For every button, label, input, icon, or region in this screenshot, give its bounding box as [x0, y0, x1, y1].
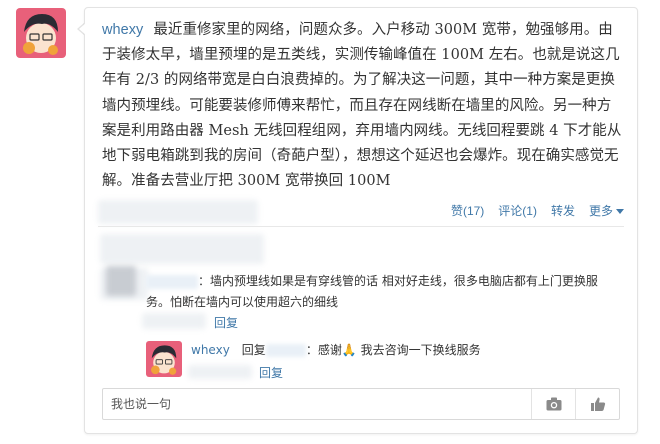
comment-button[interactable]: 评论(1) — [498, 202, 537, 219]
post-body: whexy 最近重修家里的网络，问题众多。入户移动 300M 宽带，勉强够用。由于… — [102, 18, 622, 194]
more-label: 更多 — [588, 204, 613, 218]
reply-prefix: 回复 — [241, 343, 266, 357]
author-avatar[interactable] — [16, 8, 66, 58]
redacted-block — [188, 365, 252, 379]
post-actions: 赞(17) 评论(1) 转发 更多 — [451, 202, 624, 219]
reply-body: ：感谢🙏 我去咨询一下换线服务 — [305, 343, 481, 357]
redacted-username — [146, 274, 198, 289]
repost-button[interactable]: 转发 — [551, 202, 575, 219]
camera-icon — [546, 397, 561, 411]
reply-text: whexy 回复 ：感谢🙏 我去咨询一下换线服务 — [191, 342, 481, 358]
post-text: 最近重修家里的网络，问题众多。入户移动 300M 宽带，勉强够用。由于装修太早，… — [102, 22, 622, 190]
more-button[interactable]: 更多 — [589, 202, 624, 219]
redacted-block — [98, 200, 258, 224]
comment-input[interactable] — [103, 389, 531, 419]
reply-author-link[interactable]: whexy — [191, 343, 230, 357]
redacted-block — [142, 313, 206, 329]
card-pointer-inner — [79, 23, 86, 35]
comment-input-box — [102, 388, 620, 420]
redacted-block — [100, 234, 264, 264]
redacted-username — [265, 344, 306, 357]
reply-author-avatar[interactable] — [146, 341, 182, 377]
photo-button[interactable] — [531, 389, 575, 419]
reply-reply-link[interactable]: 回复 — [259, 364, 283, 381]
thumbs-up-icon — [590, 397, 605, 411]
comment-body: ：墙内预埋线如果是有穿线管的话 相对好走线，很多电脑店都有上门更换服务。怕断在墙… — [146, 274, 598, 309]
comment-reply-link[interactable]: 回复 — [214, 314, 238, 331]
post-author-link[interactable]: whexy — [102, 22, 143, 38]
commenter-avatar[interactable] — [106, 266, 136, 296]
like-button[interactable]: 赞(17) — [451, 202, 484, 219]
comment-text: ：墙内预埋线如果是有穿线管的话 相对好走线，很多电脑店都有上门更换服务。怕断在墙… — [146, 271, 616, 313]
comment-divider — [98, 226, 624, 227]
thumbs-up-button[interactable] — [575, 389, 619, 419]
chevron-down-icon — [616, 209, 624, 215]
